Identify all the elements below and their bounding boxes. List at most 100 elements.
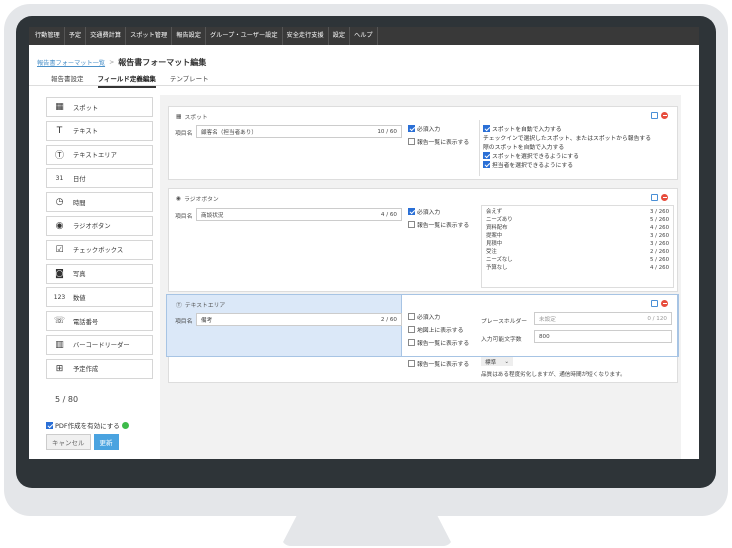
breadcrumb-separator: > [109,59,115,66]
sidebar-item-phone[interactable]: ☏ 電話番号 [46,311,153,332]
sidebar-item-label: 数値 [73,294,86,302]
list-show-checkbox[interactable] [408,339,415,346]
sidebar-item-number[interactable]: 123 数値 [46,287,153,308]
delete-icon[interactable] [661,112,668,119]
choice-label: 会えず [486,209,503,215]
number-icon: 123 [53,293,66,301]
list-show-option[interactable]: 報告一覧に表示する [408,359,469,368]
placeholder-label: プレースホルダー [481,319,528,325]
sidebar-item-clock[interactable]: ◷ 時間 [46,192,153,213]
copy-icon[interactable] [651,194,658,201]
option-label: スポットを選択できるようにする [492,154,579,160]
placeholder-input[interactable]: 未設定 0 / 120 [534,312,672,325]
pdf-label: PDF作成を有効にする [55,422,120,430]
item-name-input[interactable]: 顧客名（担当者あり） 10 / 60 [196,125,402,138]
nav-item[interactable]: スポット管理 [126,27,173,45]
pdf-option[interactable]: PDF作成を有効にする [46,420,129,430]
quality-note: 品質はある程度劣化しますが、通信時間が短くなります。 [481,372,626,378]
map-show-option[interactable]: 地図上に表示する [408,325,463,334]
sidebar-item-textarea[interactable]: Ⓣ テキストエリア [46,144,153,165]
update-button[interactable]: 更新 [93,434,119,450]
sidebar-item-label: テキストエリア [73,152,117,160]
item-name-input[interactable]: 備考 2 / 60 [196,313,402,326]
choice-row[interactable]: 資料配布 4 / 260 [482,224,673,232]
select-owner-option[interactable]: 担当者を選択できるようにする [483,160,573,169]
choice-row[interactable]: 会えず 3 / 260 [482,208,673,216]
nav-item[interactable]: ヘルプ [350,27,378,45]
sidebar-item-grid[interactable]: ▦ スポット [46,97,153,117]
list-show-option[interactable]: 報告一覧に表示する [408,137,469,146]
copy-icon[interactable] [651,300,658,307]
nav-item[interactable]: グループ・ユーザー設定 [206,27,283,45]
textarea-icon: Ⓣ [54,151,64,162]
map-show-checkbox[interactable] [408,326,415,333]
option-label: 際のスポットを自動で入力する [483,145,565,151]
sidebar-item-camera[interactable]: ◙ 写真 [46,263,153,284]
auto-spot-checkbox[interactable] [483,125,490,132]
top-nav: 行動管理 予定 交通費計算 スポット管理 報告設定 グループ・ユーザー設定 安全走行支援 設定… [29,27,699,45]
list-show-label: 報告一覧に表示する [417,223,470,229]
choice-row[interactable]: 受注 2 / 260 [482,248,673,256]
breadcrumb-link[interactable]: 報告書フォーマット一覧 [37,58,105,67]
item-name-label: 項目名 [175,214,193,220]
choice-counter: 2 / 260 [650,249,669,255]
sidebar-item-calendar[interactable]: 31 日付 [46,168,153,189]
required-checkbox[interactable] [408,125,415,132]
required-option[interactable]: 必須入力 [408,124,440,133]
card-actions [651,300,668,307]
radio-icon: ◉ [55,220,64,231]
auto-spot-option[interactable]: スポットを自動で入力する [483,124,562,133]
sidebar-item-radio[interactable]: ◉ ラジオボタン [46,215,153,236]
required-checkbox[interactable] [408,313,415,320]
list-show-label: 報告一覧に表示する [417,362,470,368]
quality-select[interactable]: 標準 ⌄ [481,357,513,366]
list-show-option[interactable]: 報告一覧に表示する [408,220,469,229]
nav-item[interactable]: 行動管理 [31,27,65,45]
max-chars-input[interactable]: 800 [534,330,672,343]
choice-row[interactable]: ニーズなし 5 / 260 [482,256,673,264]
card-header: ◉ ラジオボタン [176,194,219,204]
required-option[interactable]: 必須入力 [408,207,440,216]
choice-counter: 4 / 260 [650,265,669,271]
sidebar-item-schedule[interactable]: ⊞ 予定作成 [46,358,153,379]
sidebar-item-checkbox[interactable]: ☑ チェックボックス [46,239,153,260]
sidebar-item-label: ラジオボタン [73,223,111,231]
pdf-checkbox[interactable] [46,421,53,429]
list-show-checkbox[interactable] [408,221,415,228]
item-name-input[interactable]: 商談状況 4 / 60 [196,208,402,221]
list-show-option[interactable]: 報告一覧に表示する [408,338,469,347]
choice-row[interactable]: ニーズあり 5 / 260 [482,216,673,224]
form-buttons: キャンセル 更新 [46,434,119,450]
breadcrumb: 報告書フォーマット一覧 > 報告書フォーマット編集 [37,57,206,68]
choice-row[interactable]: 見積中 3 / 260 [482,240,673,248]
cancel-button[interactable]: キャンセル [46,434,91,450]
field-count: 5 / 80 [55,395,79,404]
list-show-checkbox[interactable] [408,138,415,145]
nav-item[interactable]: 安全走行支援 [283,27,329,45]
choice-row[interactable]: 予算なし 4 / 260 [482,264,673,272]
nav-item[interactable]: 交通費計算 [86,27,127,45]
card-type-label: スポット [184,115,208,121]
sidebar-item-text[interactable]: T テキスト [46,120,153,141]
sidebar-item-barcode[interactable]: ▥ バーコードリーダー [46,334,153,355]
choice-counter: 3 / 260 [650,209,669,215]
choice-row[interactable]: 提案中 3 / 260 [482,232,673,240]
select-spot-option[interactable]: スポットを選択できるようにする [483,151,579,160]
quality-value: 標準 [485,359,497,366]
list-show-checkbox[interactable] [408,360,415,367]
select-owner-checkbox[interactable] [483,161,490,168]
choices-list[interactable]: 会えず 3 / 260 ニーズあり 5 / 260 資料配布 4 / 260 提案中 3 / … [481,205,674,288]
nav-item[interactable]: 報告設定 [172,27,206,45]
delete-icon[interactable] [661,194,668,201]
field-type-sidebar: ▦ スポット T テキスト Ⓣ テキストエリア 31 日付 ◷ 時間 ◉ ラジオボタン ☑ チェックボック… [46,97,153,383]
item-name-value: 備考 [201,317,213,324]
required-checkbox[interactable] [408,208,415,215]
required-option[interactable]: 必須入力 [408,312,440,321]
select-spot-checkbox[interactable] [483,152,490,159]
delete-icon[interactable] [661,300,668,307]
help-icon[interactable] [121,421,129,429]
copy-icon[interactable] [651,112,658,119]
nav-item[interactable]: 設定 [329,27,351,45]
nav-item[interactable]: 予定 [65,27,87,45]
calendar-icon: 31 [55,174,64,182]
